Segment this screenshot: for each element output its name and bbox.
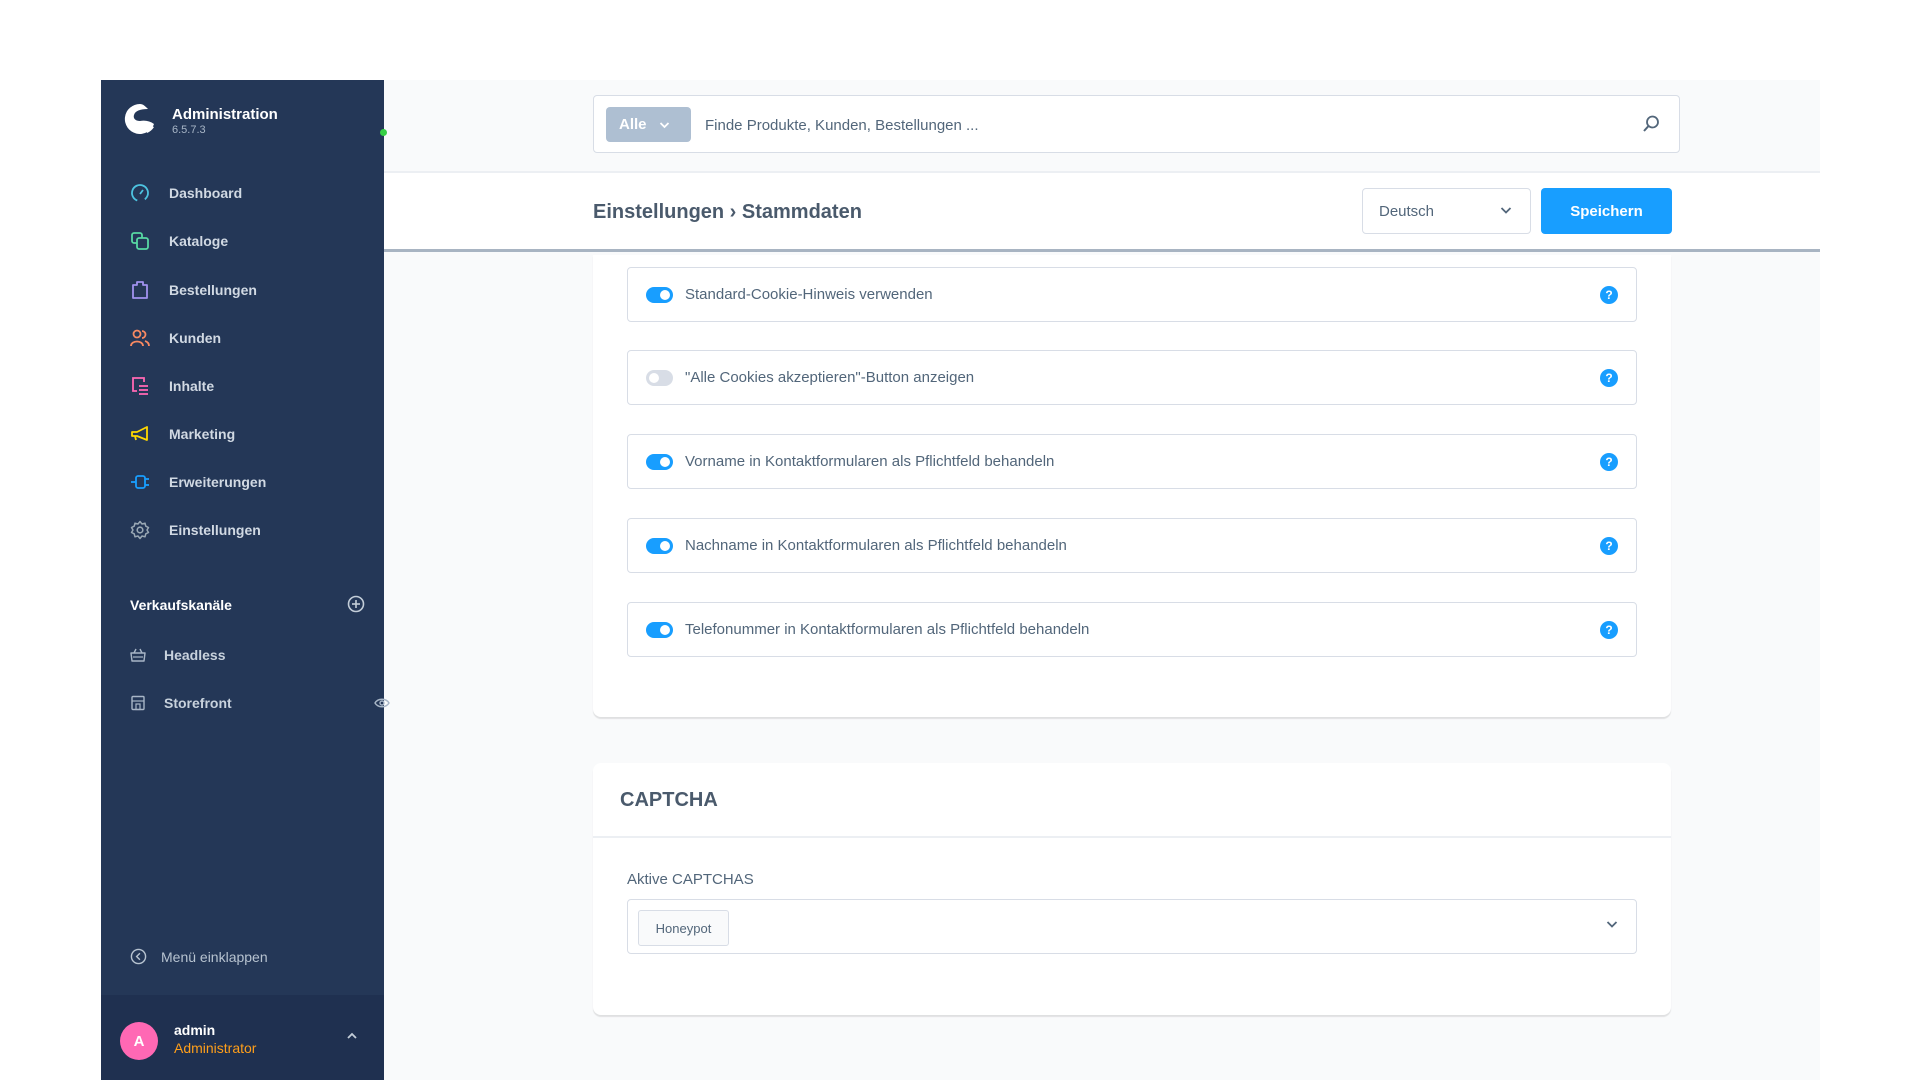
sidebar-item-marketing[interactable]: Marketing [129, 418, 369, 450]
sidebar-item-einstellungen[interactable]: Einstellungen [129, 514, 369, 546]
marketing-icon [129, 423, 151, 445]
settings-icon [129, 519, 151, 541]
content-icon [129, 375, 151, 397]
add-sales-channel-icon[interactable] [346, 594, 366, 614]
help-icon[interactable]: ? [1600, 453, 1618, 471]
collapse-menu-label: Menü einklappen [161, 948, 268, 965]
search-input[interactable] [705, 112, 1585, 138]
user-name: admin [174, 1022, 216, 1038]
setting-label: Telefonummer in Kontaktformularen als Pf… [685, 621, 1090, 638]
storefront-icon [131, 695, 145, 711]
basket-icon [130, 648, 146, 662]
selected-tag[interactable]: Honeypot [638, 910, 729, 946]
sidebar-item-label: Marketing [169, 426, 236, 442]
user-role: Administrator [174, 1040, 257, 1056]
customers-icon [129, 327, 151, 349]
setting-label: Standard-Cookie-Hinweis verwenden [685, 286, 933, 303]
sidebar-item-kataloge[interactable]: Kataloge [129, 225, 369, 257]
search-icon[interactable] [1641, 114, 1661, 134]
setting-label: Nachname in Kontaktformularen als Pflich… [685, 537, 1067, 554]
avatar: A [120, 1022, 158, 1060]
language-select[interactable]: Deutsch [1362, 188, 1531, 234]
captcha-multi-select[interactable]: Honeypot [627, 899, 1637, 954]
field-label: Aktive CAPTCHAS [627, 871, 754, 888]
sidebar-item-kunden[interactable]: Kunden [129, 322, 369, 354]
shopware-logo-icon [124, 103, 154, 134]
setting-label: Vorname in Kontaktformularen als Pflicht… [685, 453, 1055, 470]
toggle-switch[interactable] [646, 622, 673, 638]
captcha-card: CAPTCHA Aktive CAPTCHAS Honeypot [593, 763, 1671, 1015]
dashboard-icon [129, 182, 151, 204]
help-icon[interactable]: ? [1600, 621, 1618, 639]
sidebar-item-inhalte[interactable]: Inhalte [129, 370, 369, 402]
global-search: Alle [593, 95, 1680, 153]
eye-icon[interactable] [374, 697, 390, 709]
save-button[interactable]: Speichern [1541, 188, 1672, 234]
sales-channels-title: Verkaufskanäle [130, 597, 232, 613]
setting-row: Nachname in Kontaktformularen als Pflich… [627, 518, 1637, 573]
app-frame: Administration 6.5.7.3 Dashboard Katalog… [101, 80, 1820, 1080]
sidebar-item-label: Erweiterungen [169, 474, 267, 490]
chevron-down-icon [1606, 921, 1618, 928]
help-icon[interactable]: ? [1600, 286, 1618, 304]
chevron-up-icon[interactable] [346, 1031, 358, 1041]
chevron-down-icon [1500, 207, 1512, 214]
toggle-switch[interactable] [646, 287, 673, 303]
sales-channel-storefront[interactable]: Storefront [130, 688, 390, 718]
sidebar-item-label: Einstellungen [169, 522, 261, 538]
sales-channel-headless[interactable]: Headless [130, 640, 370, 670]
help-icon[interactable]: ? [1600, 369, 1618, 387]
extensions-icon [129, 471, 151, 493]
toggle-switch[interactable] [646, 370, 673, 386]
setting-row: "Alle Cookies akzeptieren"-Button anzeig… [627, 350, 1637, 405]
search-type-label: Alle [619, 116, 647, 133]
page-header: Einstellungen › Stammdaten Deutsch Speic… [384, 173, 1820, 252]
breadcrumb: Einstellungen › Stammdaten [593, 201, 862, 223]
divider [593, 836, 1671, 838]
orders-icon [129, 279, 151, 301]
app-version: 6.5.7.3 [172, 124, 206, 136]
sidebar-item-bestellungen[interactable]: Bestellungen [129, 274, 369, 306]
setting-row: Telefonummer in Kontaktformularen als Pf… [627, 602, 1637, 657]
status-indicator [380, 129, 387, 136]
brand: Administration 6.5.7.3 [123, 102, 387, 142]
sidebar-item-label: Kataloge [169, 233, 229, 249]
cookie-settings-card: Standard-Cookie-Hinweis verwenden ? "All… [593, 255, 1671, 717]
sidebar-item-label: Inhalte [169, 378, 215, 394]
toggle-switch[interactable] [646, 538, 673, 554]
catalog-icon [129, 230, 151, 252]
sales-channel-label: Headless [164, 647, 226, 663]
sidebar-item-label: Bestellungen [169, 282, 257, 298]
sidebar-item-label: Kunden [169, 330, 222, 346]
search-type-select[interactable]: Alle [606, 107, 691, 142]
card-title: CAPTCHA [620, 789, 718, 811]
language-value: Deutsch [1379, 202, 1435, 220]
setting-row: Vorname in Kontaktformularen als Pflicht… [627, 434, 1637, 489]
setting-row: Standard-Cookie-Hinweis verwenden ? [627, 267, 1637, 322]
collapse-menu-button[interactable]: Menü einklappen [130, 948, 268, 965]
sidebar: Administration 6.5.7.3 Dashboard Katalog… [101, 80, 390, 1080]
help-icon[interactable]: ? [1600, 537, 1618, 555]
sidebar-item-dashboard[interactable]: Dashboard [129, 177, 369, 209]
app-title: Administration [172, 106, 278, 123]
sidebar-item-erweiterungen[interactable]: Erweiterungen [129, 466, 369, 498]
setting-label: "Alle Cookies akzeptieren"-Button anzeig… [685, 369, 975, 386]
user-menu[interactable]: A admin Administrator [101, 995, 384, 1080]
sales-channel-label: Storefront [164, 695, 232, 711]
sidebar-item-label: Dashboard [169, 185, 243, 201]
chevron-down-icon [659, 121, 669, 128]
toggle-switch[interactable] [646, 454, 673, 470]
chevron-left-circle-icon [130, 948, 147, 965]
